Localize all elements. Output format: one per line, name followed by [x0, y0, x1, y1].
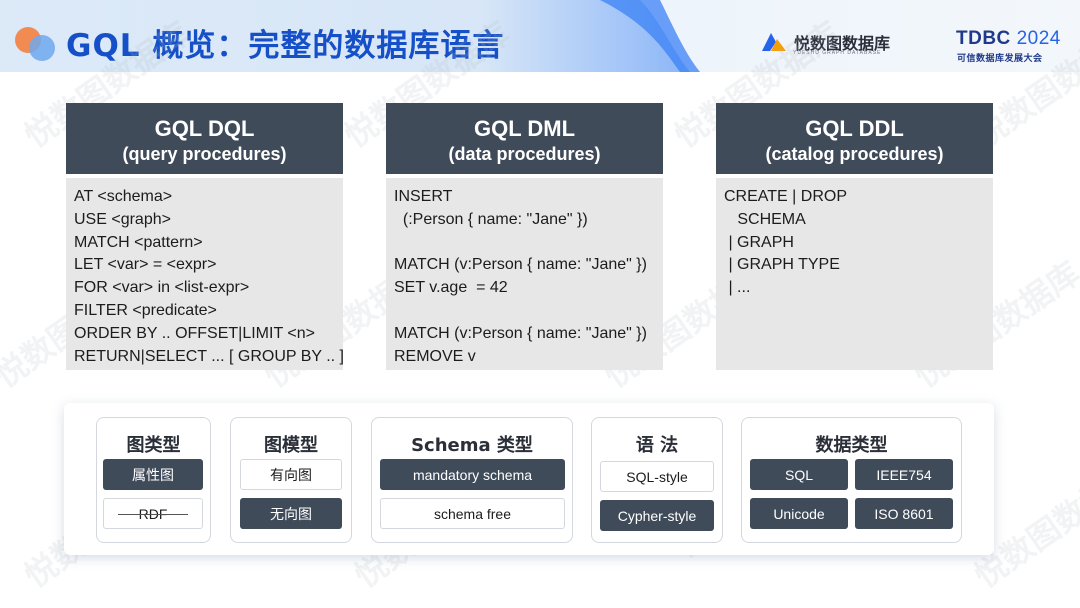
tag-sql-style: SQL-style: [600, 461, 714, 492]
group-title: 语 法: [635, 435, 679, 456]
group-title: 图模型: [264, 435, 318, 456]
card-subtitle: (catalog procedures): [765, 144, 944, 164]
tag-cypher-style: Cypher-style: [600, 500, 714, 531]
code-line: RETURN|SELECT ... [ GROUP BY .. ]: [74, 347, 344, 365]
card-gql-dml: GQL DML (data procedures) INSERT (:Perso…: [386, 103, 663, 370]
code-line: SCHEMA: [724, 210, 806, 228]
tag-sql: SQL: [750, 459, 848, 490]
code-line: MATCH <pattern>: [74, 233, 203, 251]
tag-schema-free: schema free: [380, 498, 565, 529]
group-title: 图类型: [126, 435, 181, 456]
code-line: FOR <var> in <list-expr>: [74, 279, 250, 297]
event-name: TDBC: [956, 28, 1011, 49]
card-gql-dql: GQL DQL (query procedures) AT <schema> U…: [66, 103, 344, 370]
code-line: | ...: [724, 279, 751, 297]
code-line: MATCH (v:Person { name: "Jane" }): [394, 324, 647, 342]
tag-property-graph: 属性图: [103, 459, 203, 490]
code-line: AT <schema>: [74, 188, 173, 205]
card-title: GQL DDL: [805, 116, 904, 141]
card-header: GQL DQL (query procedures): [66, 103, 343, 174]
code-line: INSERT: [394, 188, 453, 205]
card-subtitle: (data procedures): [448, 144, 601, 164]
code-line: | GRAPH: [724, 233, 794, 251]
tag-ieee754: IEEE754: [855, 459, 953, 490]
title-dots-icon: [15, 27, 55, 61]
card-gql-ddl: GQL DDL (catalog procedures) CREATE | DR…: [716, 103, 993, 370]
card-body: CREATE | DROP SCHEMA | GRAPH | GRAPH TYP…: [716, 178, 993, 370]
code-line: ORDER BY .. OFFSET|LIMIT <n>: [74, 324, 315, 342]
card-body: INSERT (:Person { name: "Jane" }) MATCH …: [386, 178, 663, 370]
page-title: GQL 概览：完整的数据库语言: [66, 28, 505, 64]
group-title: 数据类型: [815, 435, 888, 456]
brand-subtitle: YUESHU GRAPH DATABASE: [793, 50, 882, 56]
feature-panel: 图类型 属性图 RDF 图模型 有向图 无向图 Schema 类型 mandat…: [64, 403, 994, 555]
group-graph-model: 图模型 有向图 无向图: [230, 417, 352, 543]
code-line: SET v.age = 42: [394, 279, 508, 297]
strikethrough-line: [118, 513, 188, 515]
code-line: LET <var> = <expr>: [74, 256, 217, 274]
group-schema-type: Schema 类型 mandatory schema schema free: [371, 417, 573, 543]
tag-rdf: RDF: [103, 498, 203, 529]
brand-triangle-icon: [762, 33, 786, 51]
card-body: AT <schema> USE <graph> MATCH <pattern> …: [66, 178, 344, 370]
tag-mandatory-schema: mandatory schema: [380, 459, 565, 490]
code-line: USE <graph>: [74, 210, 171, 228]
group-syntax: 语 法 SQL-style Cypher-style: [591, 417, 723, 543]
event-year: 2024: [1016, 28, 1061, 49]
code-line: | GRAPH TYPE: [724, 256, 840, 274]
code-line: REMOVE v: [394, 347, 476, 365]
tag-undirected-graph: 无向图: [240, 498, 342, 529]
tag-directed-graph: 有向图: [240, 459, 342, 490]
event-subtitle: 可信数据库发展大会: [957, 54, 1043, 64]
card-subtitle: (query procedures): [122, 144, 287, 164]
group-data-types: 数据类型 SQL IEEE754 Unicode ISO 8601: [741, 417, 962, 543]
code-line: (:Person { name: "Jane" }): [394, 210, 588, 228]
card-title: GQL DQL: [154, 116, 255, 141]
code-line: CREATE | DROP: [724, 188, 847, 205]
code-line: MATCH (v:Person { name: "Jane" }): [394, 256, 647, 274]
card-header: GQL DML (data procedures): [386, 103, 663, 174]
code-line: FILTER <predicate>: [74, 301, 217, 319]
tag-unicode: Unicode: [750, 498, 848, 529]
card-header: GQL DDL (catalog procedures): [716, 103, 993, 174]
header-banner: GQL 概览：完整的数据库语言 悦数图数据库 YUESHU GRAPH DATA…: [0, 0, 1080, 72]
card-title: GQL DML: [473, 116, 576, 141]
group-title: Schema 类型: [411, 435, 533, 456]
tag-iso-8601: ISO 8601: [855, 498, 953, 529]
event-logo: TDBC 2024: [956, 28, 1061, 50]
group-graph-type: 图类型 属性图 RDF: [96, 417, 211, 543]
